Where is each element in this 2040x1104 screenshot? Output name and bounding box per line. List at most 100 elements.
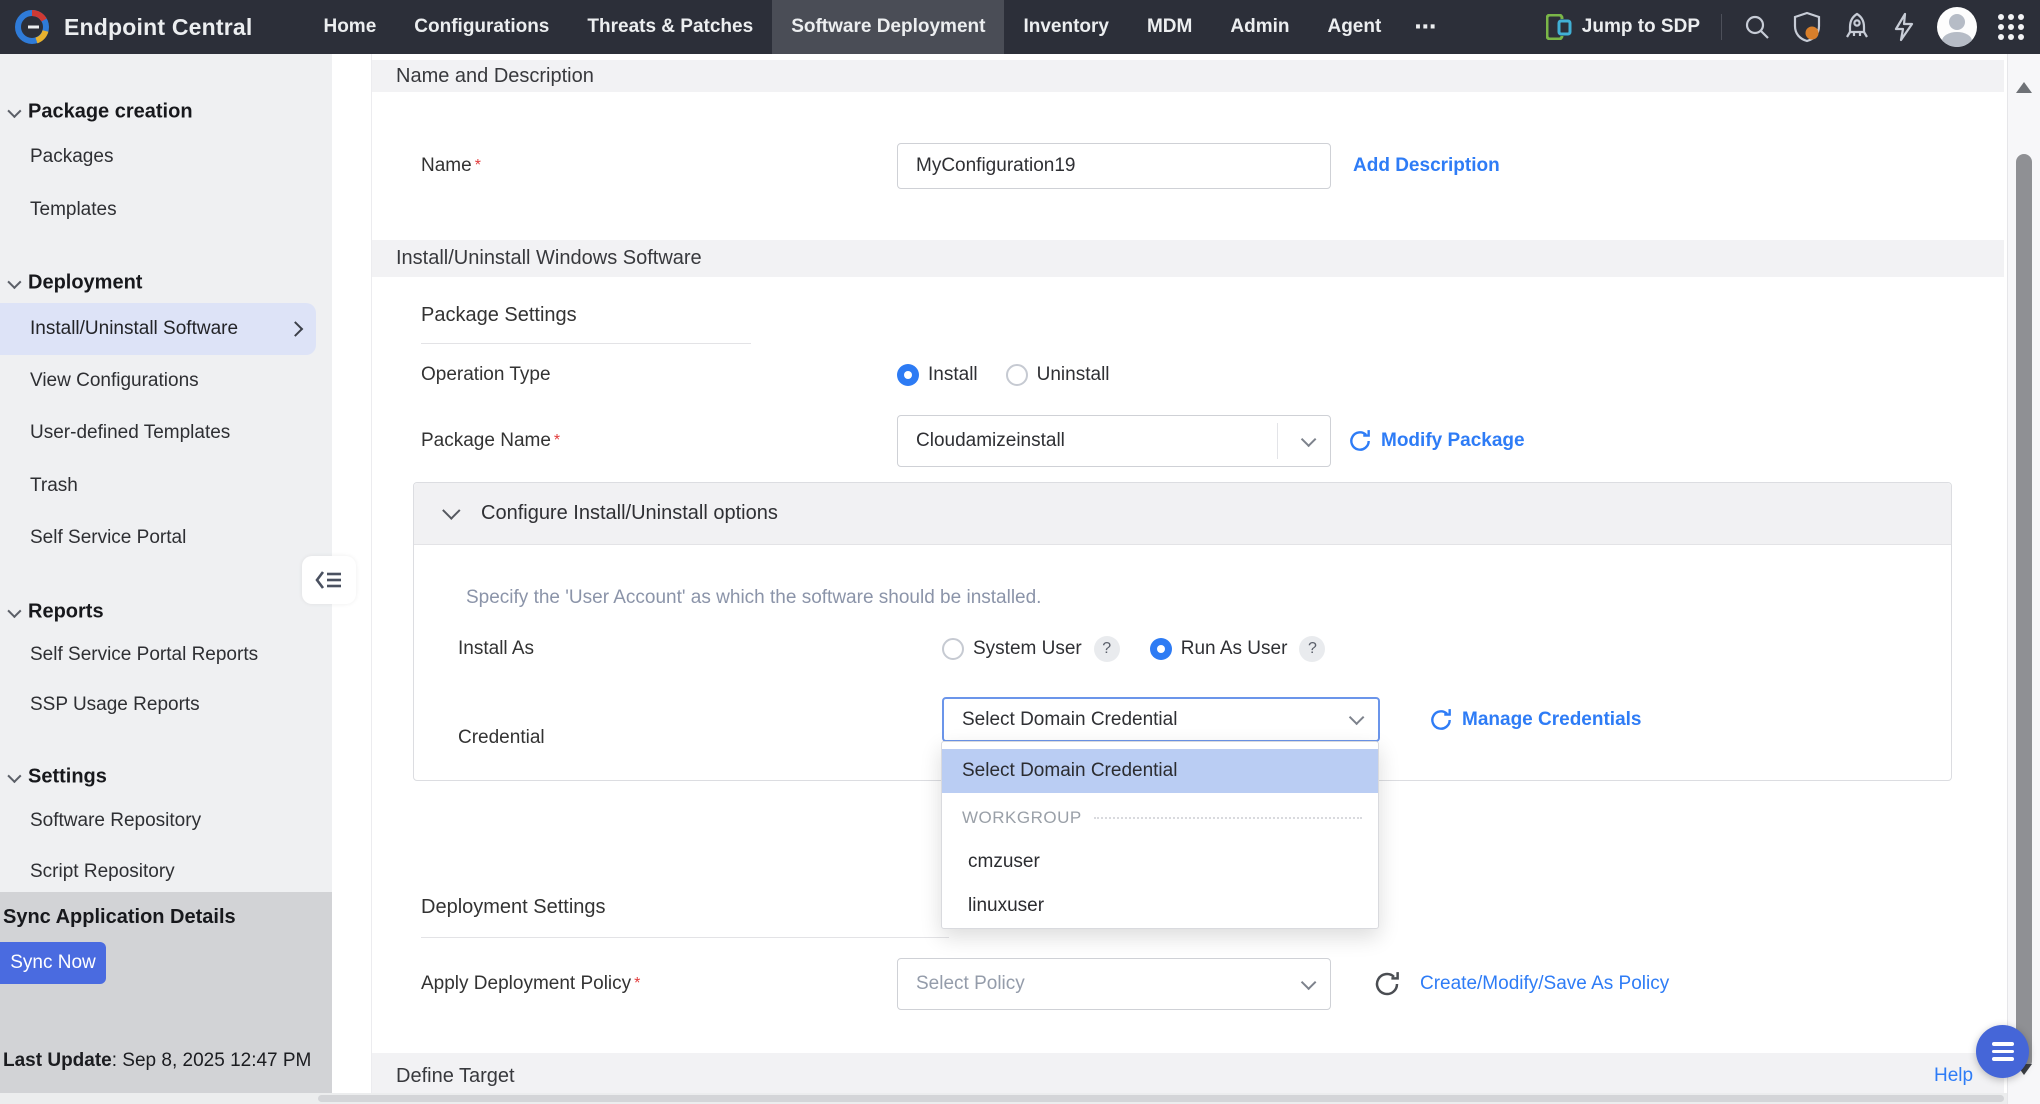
assistant-bot-icon[interactable]: [1843, 12, 1871, 42]
policy-links-row: Create/Modify/Save As Policy: [1372, 958, 1669, 1010]
help-link[interactable]: Help: [1934, 1065, 1973, 1087]
radio-install-selected[interactable]: [897, 364, 919, 386]
refresh-icon[interactable]: [1347, 428, 1373, 454]
configure-options-title: Configure Install/Uninstall options: [481, 502, 778, 525]
app-grid-icon[interactable]: [1998, 14, 2024, 40]
search-icon[interactable]: [1743, 13, 1771, 41]
nav-item-configurations[interactable]: Configurations: [395, 0, 568, 54]
sync-now-button[interactable]: Sync Now: [0, 942, 106, 984]
dotted-divider: [1094, 817, 1362, 819]
user-avatar[interactable]: [1937, 7, 1977, 47]
section-header-name-description: Name and Description: [372, 60, 2004, 92]
dropdown-option-cmzuser[interactable]: cmzuser: [968, 844, 1040, 880]
radio-system-user-label: System User: [973, 638, 1082, 660]
nav-item-inventory[interactable]: Inventory: [1004, 0, 1128, 54]
sidebar-item-ssp-reports[interactable]: Self Service Portal Reports: [30, 644, 258, 666]
sidebar-item-install-uninstall-software[interactable]: Install/Uninstall Software: [0, 303, 316, 355]
radio-uninstall-label: Uninstall: [1037, 364, 1110, 386]
manage-credentials-row: Manage Credentials: [1428, 697, 1642, 742]
jump-to-sdp-button[interactable]: Jump to SDP: [1546, 14, 1700, 40]
package-name-label: Package Name*: [421, 415, 560, 467]
help-icon[interactable]: ?: [1299, 636, 1325, 662]
nav-item-mdm[interactable]: MDM: [1128, 0, 1211, 54]
floating-menu-button[interactable]: [1976, 1025, 2029, 1078]
install-as-radios: System User ? Run As User ?: [942, 626, 1325, 672]
sidebar-item-templates[interactable]: Templates: [30, 199, 117, 221]
deployment-settings-heading: Deployment Settings: [421, 896, 949, 938]
dropdown-option-select-domain-credential[interactable]: Select Domain Credential: [942, 749, 1378, 793]
nav-item-home[interactable]: Home: [304, 0, 395, 54]
radio-system-user[interactable]: [942, 638, 964, 660]
dropdown-option-linuxuser[interactable]: linuxuser: [968, 888, 1044, 924]
sync-panel-title: Sync Application Details: [3, 906, 236, 929]
vertical-scrollbar-thumb[interactable]: [2016, 154, 2032, 1069]
quick-actions-bolt-icon[interactable]: [1892, 12, 1916, 42]
nav-item-software-deployment[interactable]: Software Deployment: [772, 0, 1004, 54]
brand[interactable]: Endpoint Central: [0, 9, 252, 45]
sidebar-item-trash[interactable]: Trash: [30, 475, 78, 497]
nav-item-threats-patches[interactable]: Threats & Patches: [568, 0, 772, 54]
sync-last-update: Last Update: Sep 8, 2025 12:47 PM: [3, 1050, 311, 1072]
horizontal-scrollbar-thumb[interactable]: [318, 1095, 2004, 1102]
operation-type-label: Operation Type: [421, 352, 551, 398]
nav-item-admin[interactable]: Admin: [1211, 0, 1308, 54]
endpoint-central-logo-icon: [14, 9, 50, 45]
last-update-label: Last Update: [3, 1050, 112, 1071]
sidebar-item-self-service-portal[interactable]: Self Service Portal: [30, 527, 186, 549]
nav-item-agent[interactable]: Agent: [1308, 0, 1400, 54]
sidebar-item-user-defined-templates[interactable]: User-defined Templates: [30, 422, 230, 444]
sidebar-collapse-button[interactable]: [302, 556, 356, 604]
chevron-down-icon: [1349, 710, 1365, 726]
configure-options-header[interactable]: Configure Install/Uninstall options: [414, 483, 1951, 545]
sidebar-section-reports[interactable]: Reports: [8, 601, 104, 624]
nav-divider: [1721, 14, 1722, 40]
refresh-icon[interactable]: [1372, 969, 1402, 999]
sidebar-item-software-repository[interactable]: Software Repository: [30, 810, 201, 832]
help-icon[interactable]: ?: [1094, 636, 1120, 662]
name-input[interactable]: [897, 143, 1331, 189]
chevron-down-icon: [7, 104, 21, 118]
user-account-hint: Specify the 'User Account' as which the …: [466, 587, 1041, 609]
sidebar-item-view-configurations[interactable]: View Configurations: [30, 370, 199, 392]
refresh-icon[interactable]: [1428, 707, 1454, 733]
required-asterisk: *: [475, 157, 481, 175]
add-description-link[interactable]: Add Description: [1353, 143, 1500, 189]
radio-uninstall[interactable]: [1006, 364, 1028, 386]
credential-select[interactable]: Select Domain Credential: [942, 697, 1380, 742]
sidebar-section-deployment[interactable]: Deployment: [8, 272, 142, 295]
vertical-scrollbar[interactable]: [2007, 54, 2040, 1104]
horizontal-scrollbar[interactable]: [0, 1093, 2040, 1104]
brand-title: Endpoint Central: [64, 14, 252, 41]
nav-more-icon[interactable]: ⋯: [1400, 0, 1452, 54]
chevron-down-icon: [1301, 974, 1317, 990]
chevron-down-icon: [7, 604, 21, 618]
sync-application-panel: Sync Application Details Sync Now Last U…: [0, 892, 332, 1094]
security-shield-icon[interactable]: [1792, 11, 1822, 43]
chevron-down-icon: [442, 501, 460, 519]
modify-package-link[interactable]: Modify Package: [1381, 430, 1525, 452]
required-asterisk: *: [634, 975, 640, 993]
credential-label: Credential: [458, 715, 545, 761]
create-modify-save-policy-link[interactable]: Create/Modify/Save As Policy: [1420, 973, 1669, 995]
sidebar-item-ssp-usage-reports[interactable]: SSP Usage Reports: [30, 694, 200, 716]
scroll-up-arrow[interactable]: [2016, 82, 2032, 93]
deployment-policy-select[interactable]: Select Policy: [897, 958, 1331, 1010]
chevron-down-icon: [1301, 431, 1317, 447]
sidebar-item-script-repository[interactable]: Script Repository: [30, 861, 175, 883]
top-nav: Endpoint Central Home Configurations Thr…: [0, 0, 2040, 54]
nav-menu: Home Configurations Threats & Patches So…: [304, 0, 1452, 54]
radio-run-as-user-selected[interactable]: [1150, 638, 1172, 660]
sdp-logo-icon: [1546, 14, 1572, 40]
sidebar-item-packages[interactable]: Packages: [30, 146, 113, 168]
avatar-silhouette: [1949, 14, 1965, 30]
package-name-select[interactable]: Cloudamizeinstall: [897, 415, 1331, 467]
collapse-sidebar-icon: [315, 568, 343, 592]
last-update-value: : Sep 8, 2025 12:47 PM: [112, 1050, 312, 1071]
sidebar-section-package-creation[interactable]: Package creation: [8, 101, 193, 124]
radio-run-as-user-label: Run As User: [1181, 638, 1288, 660]
chevron-right-icon: [288, 321, 304, 337]
sidebar-section-settings[interactable]: Settings: [8, 766, 107, 789]
sidebar: Package creation Packages Templates Depl…: [0, 54, 332, 1104]
manage-credentials-link[interactable]: Manage Credentials: [1462, 709, 1642, 731]
endpoint-central-screen: Endpoint Central Home Configurations Thr…: [0, 0, 2040, 1104]
